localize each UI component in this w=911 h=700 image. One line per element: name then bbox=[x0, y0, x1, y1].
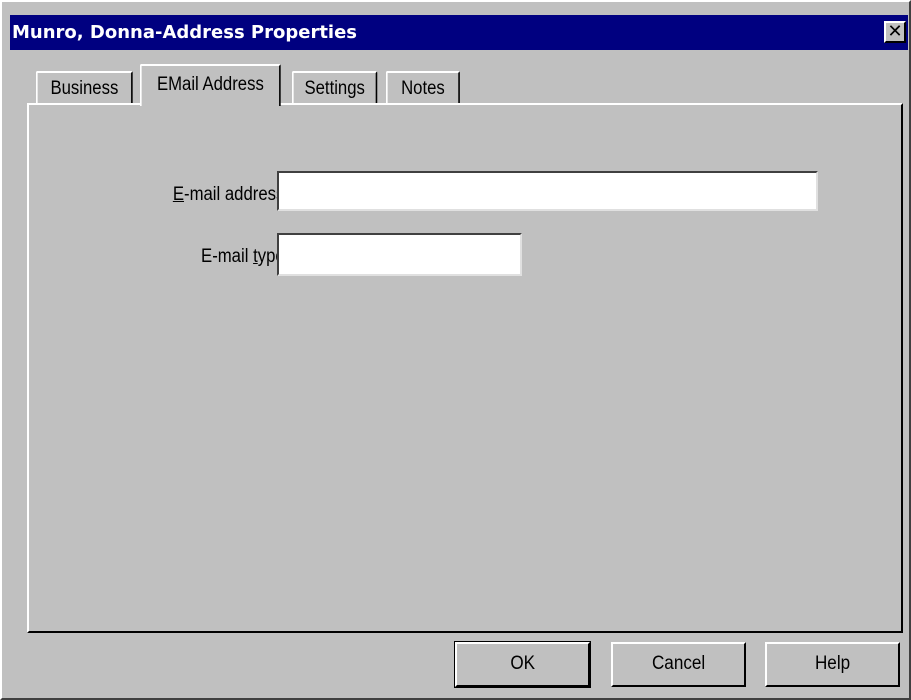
tab-notes[interactable]: Notes bbox=[386, 71, 460, 104]
ok-button[interactable]: OK bbox=[454, 641, 591, 688]
title-bar[interactable]: Munro, Donna-Address Properties ✕ bbox=[10, 15, 908, 50]
properties-dialog: Munro, Donna-Address Properties ✕ Busine… bbox=[0, 0, 911, 700]
tab-label: Notes bbox=[401, 78, 445, 99]
tab-settings[interactable]: Settings bbox=[292, 71, 378, 104]
tab-email-address[interactable]: EMail Address bbox=[140, 64, 281, 106]
close-button[interactable]: ✕ bbox=[884, 21, 906, 43]
window-title: Munro, Donna-Address Properties bbox=[12, 22, 358, 43]
email-type-label: E-mail type: bbox=[200, 246, 289, 267]
tab-label: Business bbox=[50, 78, 119, 99]
email-type-input[interactable] bbox=[277, 233, 522, 276]
email-address-label: E-mail address: bbox=[172, 184, 289, 205]
tab-panel-email-address: E-mail address: E-mail type: bbox=[27, 103, 903, 633]
close-icon: ✕ bbox=[887, 21, 903, 42]
help-button[interactable]: Help bbox=[765, 642, 900, 687]
tab-label: Settings bbox=[304, 78, 365, 99]
email-address-input[interactable] bbox=[277, 171, 818, 211]
cancel-button[interactable]: Cancel bbox=[611, 642, 746, 687]
tab-business[interactable]: Business bbox=[36, 71, 133, 104]
tab-label: EMail Address bbox=[156, 74, 264, 95]
